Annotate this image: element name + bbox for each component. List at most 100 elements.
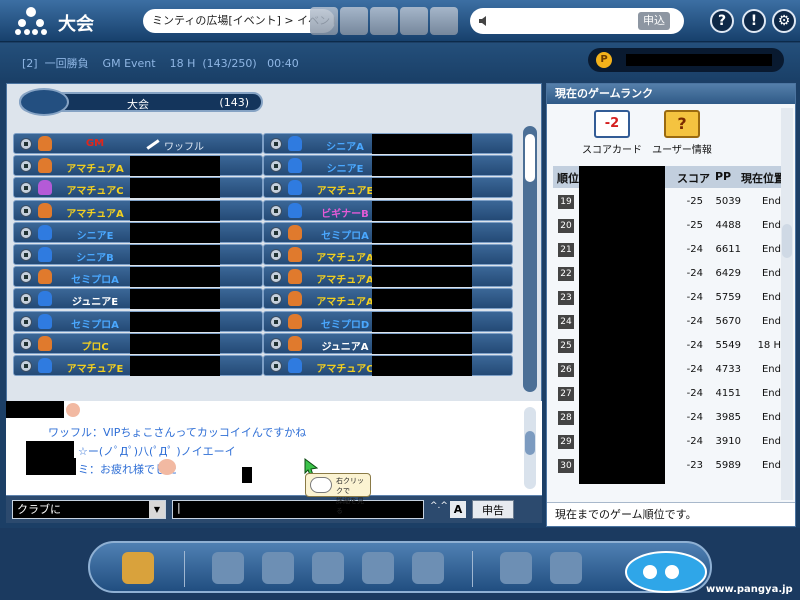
player-row[interactable]: アマチュアA xyxy=(13,199,263,221)
scroll-thumb[interactable] xyxy=(525,134,535,182)
player-row[interactable]: アマチュアA xyxy=(263,266,513,288)
score: -24 xyxy=(686,292,703,303)
current-location: End xyxy=(761,364,781,375)
player-check-icon[interactable] xyxy=(20,359,32,372)
player-check-icon[interactable] xyxy=(270,204,282,217)
player-check-icon[interactable] xyxy=(20,204,32,217)
notice-box[interactable]: 申込 xyxy=(470,8,684,34)
report-button[interactable]: 申告 xyxy=(472,500,514,519)
pet-icon[interactable] xyxy=(412,552,444,584)
apply-button[interactable]: 申込 xyxy=(638,12,670,30)
player-check-icon[interactable] xyxy=(270,359,282,372)
home-icon[interactable] xyxy=(500,552,532,584)
gear-tools-icon[interactable] xyxy=(362,552,394,584)
redacted-value xyxy=(242,467,252,483)
player-row[interactable]: セミプロA xyxy=(13,310,263,332)
inventory-icon[interactable] xyxy=(262,552,294,584)
tooltip-line: 詳細を見る xyxy=(336,497,364,515)
player-row[interactable]: セミプロA xyxy=(263,221,513,243)
ranking-footer: 現在までのゲーム順位です。 xyxy=(547,502,795,526)
player-row[interactable]: シニアE xyxy=(13,221,263,243)
player-row[interactable]: シニアA xyxy=(263,133,513,154)
redacted-name xyxy=(130,244,220,265)
lobby-count: (143) xyxy=(219,96,249,109)
club-icon[interactable] xyxy=(370,7,398,35)
player-check-icon[interactable] xyxy=(20,160,32,173)
player-row[interactable]: アマチュアC xyxy=(13,177,263,199)
player-row[interactable]: セミプロA xyxy=(13,266,263,288)
card-icon[interactable] xyxy=(212,552,244,584)
rank-number: 27 xyxy=(558,387,574,401)
score: -23 xyxy=(686,460,703,471)
player-check-icon[interactable] xyxy=(270,293,282,306)
avatar xyxy=(38,136,52,151)
player-check-icon[interactable] xyxy=(270,226,282,239)
character-icon[interactable] xyxy=(310,7,338,35)
player-check-icon[interactable] xyxy=(270,248,282,261)
scroll-thumb[interactable] xyxy=(525,431,535,455)
gift-icon[interactable] xyxy=(312,552,344,584)
player-row[interactable]: ビギナーB xyxy=(263,199,513,221)
player-row[interactable]: アマチュアA xyxy=(13,155,263,177)
score: -25 xyxy=(686,220,703,231)
help-icon[interactable]: ? xyxy=(710,9,734,33)
player-check-icon[interactable] xyxy=(270,337,282,350)
player-rank: アマチュアC xyxy=(316,363,374,375)
bone-icon xyxy=(29,425,43,437)
location-breadcrumb[interactable]: ミンティの広場[イベント] > イベント会場 3 xyxy=(143,9,335,33)
pet-icon[interactable] xyxy=(340,7,368,35)
avatar xyxy=(288,224,302,240)
player-list-scrollbar[interactable] xyxy=(523,126,537,392)
player-row[interactable]: プロC xyxy=(13,332,263,354)
tab-scorecard[interactable]: -2 スコアカード xyxy=(577,110,647,156)
shop-icon[interactable] xyxy=(550,552,582,584)
player-rank: アマチュアA xyxy=(66,208,124,220)
player-row[interactable]: アマチュアE xyxy=(13,354,263,376)
score: -25 xyxy=(686,196,703,207)
player-row[interactable]: シニアB xyxy=(13,243,263,265)
tab-user-info[interactable]: ? ユーザー情報 xyxy=(647,110,717,156)
column-header: スコア xyxy=(677,172,710,185)
user-info-icon: ? xyxy=(664,110,700,138)
player-check-icon[interactable] xyxy=(20,248,32,261)
player-check-icon[interactable] xyxy=(20,138,32,150)
emote-button[interactable]: ^.^ xyxy=(430,501,448,518)
player-check-icon[interactable] xyxy=(270,160,282,173)
player-check-icon[interactable] xyxy=(20,293,32,306)
player-rank: セミプロD xyxy=(320,319,370,331)
player-check-icon[interactable] xyxy=(270,138,282,150)
channel-select[interactable]: クラブに ▼ xyxy=(12,500,166,519)
player-row[interactable]: アマチュアA xyxy=(263,288,513,310)
ranking-scrollbar[interactable] xyxy=(781,108,793,500)
gear-icon[interactable]: ⚙ xyxy=(772,9,796,33)
chat-scrollbar[interactable] xyxy=(524,407,536,489)
minus-icon[interactable] xyxy=(400,7,428,35)
player-check-icon[interactable] xyxy=(20,182,32,195)
score: -24 xyxy=(686,436,703,447)
player-row[interactable]: ジュニアE xyxy=(13,288,263,310)
player-check-icon[interactable] xyxy=(20,271,32,284)
alert-icon[interactable]: ! xyxy=(742,9,766,33)
font-button[interactable]: A xyxy=(450,501,466,518)
dock-divider xyxy=(472,551,473,587)
player-check-icon[interactable] xyxy=(20,226,32,239)
avatar xyxy=(38,335,52,351)
player-row[interactable]: アマチュアE xyxy=(263,177,513,199)
player-row[interactable]: アマチュアC xyxy=(263,354,513,376)
player-check-icon[interactable] xyxy=(270,182,282,195)
player-row[interactable]: シニアE xyxy=(263,155,513,177)
player-row[interactable]: セミプロD xyxy=(263,310,513,332)
player-row[interactable]: ジュニアA xyxy=(263,332,513,354)
player-check-icon[interactable] xyxy=(270,271,282,284)
score: -24 xyxy=(686,340,703,351)
scroll-thumb[interactable] xyxy=(782,224,792,258)
close-icon[interactable] xyxy=(430,7,458,35)
exit-door-icon[interactable] xyxy=(122,552,154,584)
chevron-down-icon[interactable]: ▼ xyxy=(149,501,165,518)
player-row[interactable]: GM ワッフル xyxy=(13,133,263,154)
player-check-icon[interactable] xyxy=(20,315,32,328)
player-check-icon[interactable] xyxy=(20,337,32,350)
player-check-icon[interactable] xyxy=(270,315,282,328)
player-row[interactable]: アマチュアA xyxy=(263,243,513,265)
chat-message-input[interactable]: | xyxy=(172,500,424,519)
